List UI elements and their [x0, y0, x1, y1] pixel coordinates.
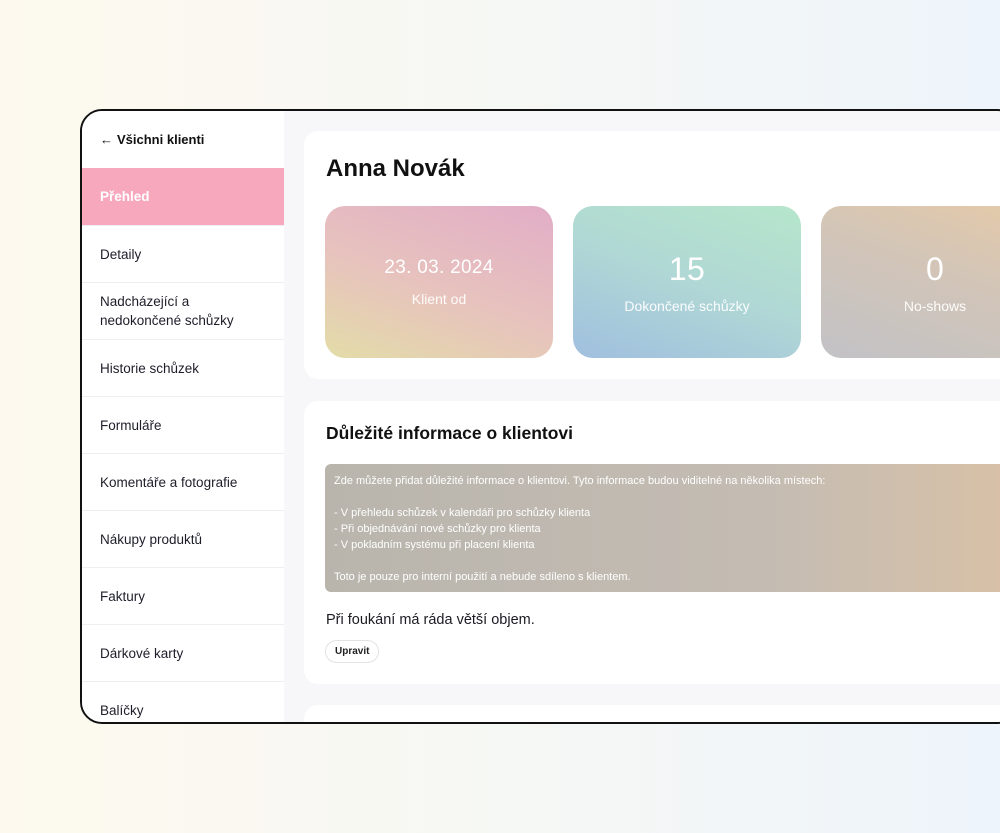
section-title: Důležité informace o klientovi	[326, 423, 573, 443]
edit-button[interactable]: Upravit	[325, 640, 380, 663]
sidebar-item-comments-photos[interactable]: Komentáře a fotografie	[82, 453, 284, 510]
arrow-left-icon: ←	[100, 132, 113, 147]
hint-line: Zde můžete přidat důležité informace o k…	[334, 475, 826, 487]
stat-client-since: 23. 03. 2024 Klient od	[325, 206, 553, 358]
hint-line: Toto je pouze pro interní použití a nebu…	[334, 571, 631, 583]
main-content: Anna Novák 23. 03. 2024 Klient od 15 Dok…	[304, 131, 1000, 722]
stat-value: 15	[668, 250, 706, 287]
client-overview-card: Anna Novák 23. 03. 2024 Klient od 15 Dok…	[304, 131, 1000, 379]
app-window: ← Všichni klienti Přehled Detaily Nadchá…	[80, 109, 1000, 724]
stat-label: Klient od	[411, 291, 467, 307]
stat-value: 23. 03. 2024	[384, 257, 494, 278]
client-note: Při foukání má ráda větší objem.	[326, 612, 535, 628]
sidebar-item-product-purchases[interactable]: Nákupy produktů	[82, 510, 284, 567]
stat-label: No-shows	[903, 297, 967, 314]
sidebar-item-upcoming-appointments[interactable]: Nadcházející a nedokončené schůzky	[82, 282, 284, 339]
hint-line: - V pokladním systému při placení klient…	[334, 539, 535, 551]
stat-label: Dokončené schůzky	[624, 297, 750, 314]
sidebar: ← Všichni klienti Přehled Detaily Nadchá…	[82, 111, 284, 722]
back-link-label: Všichni klienti	[117, 132, 205, 147]
stat-no-shows: 0 No-shows	[821, 206, 1000, 358]
important-info-card: Důležité informace o klientovi Zde můžet…	[304, 401, 1000, 684]
hint-line	[334, 489, 1000, 505]
sidebar-item-invoices[interactable]: Faktury	[82, 567, 284, 624]
hint-line: - V přehledu schůzek v kalendáři pro sch…	[334, 507, 591, 519]
next-card	[304, 705, 1000, 722]
back-to-all-clients-link[interactable]: ← Všichni klienti	[82, 111, 284, 168]
client-name: Anna Novák	[326, 155, 465, 182]
sidebar-item-gift-cards[interactable]: Dárkové karty	[82, 624, 284, 681]
info-hint-box: Zde můžete přidat důležité informace o k…	[325, 464, 1000, 592]
sidebar-item-detaily[interactable]: Detaily	[82, 225, 284, 282]
hint-line: - Při objednávání nové schůzky pro klien…	[334, 523, 541, 535]
hint-line	[334, 553, 1000, 569]
sidebar-item-packages[interactable]: Balíčky	[82, 681, 284, 722]
sidebar-item-forms[interactable]: Formuláře	[82, 396, 284, 453]
stat-completed-appointments: 15 Dokončené schůzky	[573, 206, 801, 358]
sidebar-item-prehled[interactable]: Přehled	[82, 168, 284, 225]
stat-value: 0	[925, 250, 945, 287]
sidebar-item-appointment-history[interactable]: Historie schůzek	[82, 339, 284, 396]
